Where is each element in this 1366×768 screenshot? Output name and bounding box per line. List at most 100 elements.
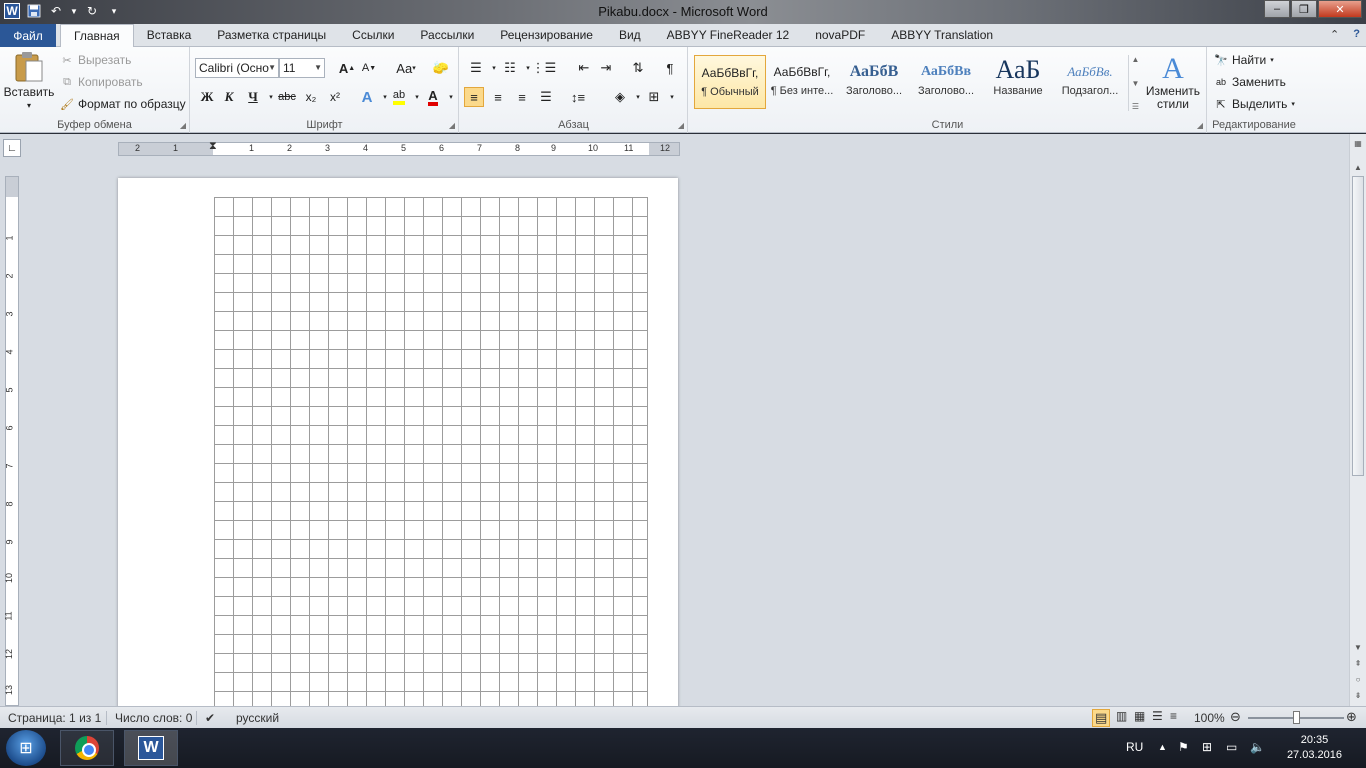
numbering-icon[interactable]: ☷ <box>500 58 520 78</box>
minimize-button[interactable]: – <box>1264 0 1290 18</box>
font-name-combo[interactable]: Calibri (Осно ▼ <box>195 58 279 78</box>
bullets-icon[interactable]: ☰ <box>466 58 486 78</box>
close-button[interactable]: ✕ <box>1318 0 1362 18</box>
zoom-in-icon[interactable]: ⊕ <box>1346 709 1357 725</box>
input-language[interactable]: RU <box>1126 740 1143 754</box>
gallery-up-icon[interactable]: ▲ <box>1132 55 1140 64</box>
borders-dropdown-icon[interactable]: ▾ <box>662 87 682 107</box>
cut-button[interactable]: ✂ Вырезать <box>60 53 131 67</box>
decrease-indent-icon[interactable]: ⇤ <box>574 58 594 78</box>
zoom-out-icon[interactable]: ⊖ <box>1230 709 1241 725</box>
grow-font-button[interactable]: A ▲ <box>337 58 357 78</box>
indent-marker-icon[interactable]: ⧗ <box>209 140 217 153</box>
show-hidden-icons-icon[interactable]: ▲ <box>1158 742 1167 752</box>
paste-button[interactable]: Вставить ▾ <box>4 51 54 110</box>
clock[interactable]: 20:35 27.03.2016 <box>1287 733 1342 763</box>
page-count[interactable]: Страница: 1 из 1 <box>8 711 101 725</box>
volume-icon[interactable]: 🔈 <box>1250 740 1265 754</box>
copy-button[interactable]: ⧉ Копировать <box>60 75 143 89</box>
clear-formatting-icon[interactable]: 🧽 <box>431 58 451 78</box>
format-painter-button[interactable]: 🖌 Формат по образцу <box>60 97 186 111</box>
align-center-icon[interactable]: ≡ <box>488 87 508 107</box>
windows-flag-icon[interactable]: ⊞ <box>1202 740 1212 754</box>
proofing-icon[interactable]: ✔ <box>196 711 215 725</box>
sort-icon[interactable]: ⇅ <box>628 58 648 78</box>
help-icon[interactable]: ? <box>1353 28 1360 41</box>
maximize-button[interactable]: ❐ <box>1291 0 1317 18</box>
vertical-scrollbar[interactable]: ▦ ▲ ▼ ⇞ ○ ⇟ <box>1349 134 1366 706</box>
font-color-button[interactable]: A <box>423 87 443 107</box>
tab-page-layout[interactable]: Разметка страницы <box>204 24 339 47</box>
taskbar-chrome[interactable] <box>60 730 114 766</box>
tab-novapdf[interactable]: novaPDF <box>802 24 878 47</box>
subscript-button[interactable]: x₂ <box>301 87 321 107</box>
style-subtitle[interactable]: АаБбВв. Подзагол... <box>1054 55 1126 109</box>
find-button[interactable]: 🔭 Найти ▾ <box>1214 53 1274 67</box>
outline-icon[interactable]: ☰ <box>1152 709 1163 723</box>
scrollbar-thumb[interactable] <box>1352 176 1364 476</box>
clipboard-launcher-icon[interactable]: ◢ <box>180 121 186 130</box>
grid-table[interactable] <box>214 197 648 737</box>
web-layout-icon[interactable]: ▦ <box>1134 709 1145 723</box>
scroll-down-icon[interactable]: ▼ <box>1352 640 1364 654</box>
multilevel-list-icon[interactable]: ⋮☰ <box>532 58 557 78</box>
tab-view[interactable]: Вид <box>606 24 654 47</box>
change-case-button[interactable]: Aa ▾ <box>393 58 419 78</box>
scroll-up-icon[interactable]: ▲ <box>1352 160 1364 174</box>
print-layout-icon[interactable]: ▤ <box>1092 709 1111 727</box>
align-right-icon[interactable]: ≡ <box>512 87 532 107</box>
font-size-dropdown-icon[interactable]: ▼ <box>314 59 322 77</box>
select-button[interactable]: ⇱ Выделить ▾ <box>1214 97 1294 111</box>
vertical-ruler[interactable]: 1 2 3 4 5 6 7 8 9 10 11 12 13 <box>4 176 19 706</box>
minimize-ribbon-icon[interactable]: ⌃ <box>1330 28 1339 41</box>
change-styles-button[interactable]: A Изменить стили <box>1145 53 1201 111</box>
style-title[interactable]: АаБ Название <box>982 55 1054 109</box>
style-heading-2[interactable]: АаБбВв Заголово... <box>910 55 982 109</box>
style-heading-1[interactable]: АаБбВ Заголово... <box>838 55 910 109</box>
network-icon[interactable]: ▭ <box>1226 740 1237 754</box>
draft-icon[interactable]: ≡ <box>1170 709 1177 723</box>
underline-button[interactable]: Ч <box>243 87 263 107</box>
tab-home[interactable]: Главная <box>60 24 134 48</box>
font-color-dropdown-icon[interactable]: ▾ <box>441 87 461 107</box>
full-screen-reading-icon[interactable]: ▥ <box>1116 709 1127 723</box>
replace-button[interactable]: ab Заменить <box>1214 75 1286 89</box>
shrink-font-button[interactable]: A ▼ <box>359 58 379 78</box>
font-size-combo[interactable]: 11 ▼ <box>279 58 325 78</box>
italic-button[interactable]: К <box>219 87 239 107</box>
style-no-spacing[interactable]: АаБбВвГг, ¶ Без инте... <box>766 55 838 109</box>
paragraph-launcher-icon[interactable]: ◢ <box>678 121 684 130</box>
gallery-more-icon[interactable]: ☰ <box>1132 102 1139 111</box>
tab-selector[interactable]: ∟ <box>3 139 21 157</box>
zoom-slider-knob[interactable] <box>1293 711 1300 724</box>
tab-abbyy-translation[interactable]: ABBYY Translation <box>878 24 1006 47</box>
borders-icon[interactable]: ⊞ <box>644 87 664 107</box>
bold-button[interactable]: Ж <box>197 87 217 107</box>
show-marks-icon[interactable]: ¶ <box>660 58 680 78</box>
document-page[interactable] <box>118 178 678 737</box>
shading-icon[interactable]: ◈ <box>610 87 630 107</box>
styles-launcher-icon[interactable]: ◢ <box>1197 121 1203 130</box>
tab-mailings[interactable]: Рассылки <box>407 24 487 47</box>
strikethrough-button[interactable]: abc <box>277 87 297 107</box>
line-spacing-icon[interactable]: ↕≡ <box>568 87 588 107</box>
tab-abbyy-finereader[interactable]: ABBYY FineReader 12 <box>654 24 803 47</box>
superscript-button[interactable]: x² <box>325 87 345 107</box>
gallery-down-icon[interactable]: ▼ <box>1132 79 1140 88</box>
tab-review[interactable]: Рецензирование <box>487 24 606 47</box>
language-indicator[interactable]: русский <box>236 711 279 725</box>
action-center-icon[interactable]: ⚑ <box>1178 740 1189 754</box>
highlight-button[interactable]: ab <box>389 87 409 107</box>
justify-icon[interactable]: ☰ <box>536 87 556 107</box>
tab-file[interactable]: Файл <box>0 24 56 47</box>
start-button[interactable]: ⊞ <box>6 730 46 766</box>
increase-indent-icon[interactable]: ⇥ <box>596 58 616 78</box>
font-name-dropdown-icon[interactable]: ▼ <box>268 59 276 77</box>
browse-object-icon[interactable]: ○ <box>1352 672 1364 686</box>
text-effects-button[interactable]: A <box>357 87 377 107</box>
horizontal-ruler[interactable]: 2 1 ⧗ 1 2 3 4 5 6 7 8 9 10 11 12 <box>118 140 680 156</box>
taskbar-word[interactable]: W <box>124 730 178 766</box>
align-left-icon[interactable]: ≡ <box>464 87 484 107</box>
previous-page-icon[interactable]: ⇞ <box>1352 656 1364 670</box>
zoom-level[interactable]: 100% <box>1194 711 1225 725</box>
